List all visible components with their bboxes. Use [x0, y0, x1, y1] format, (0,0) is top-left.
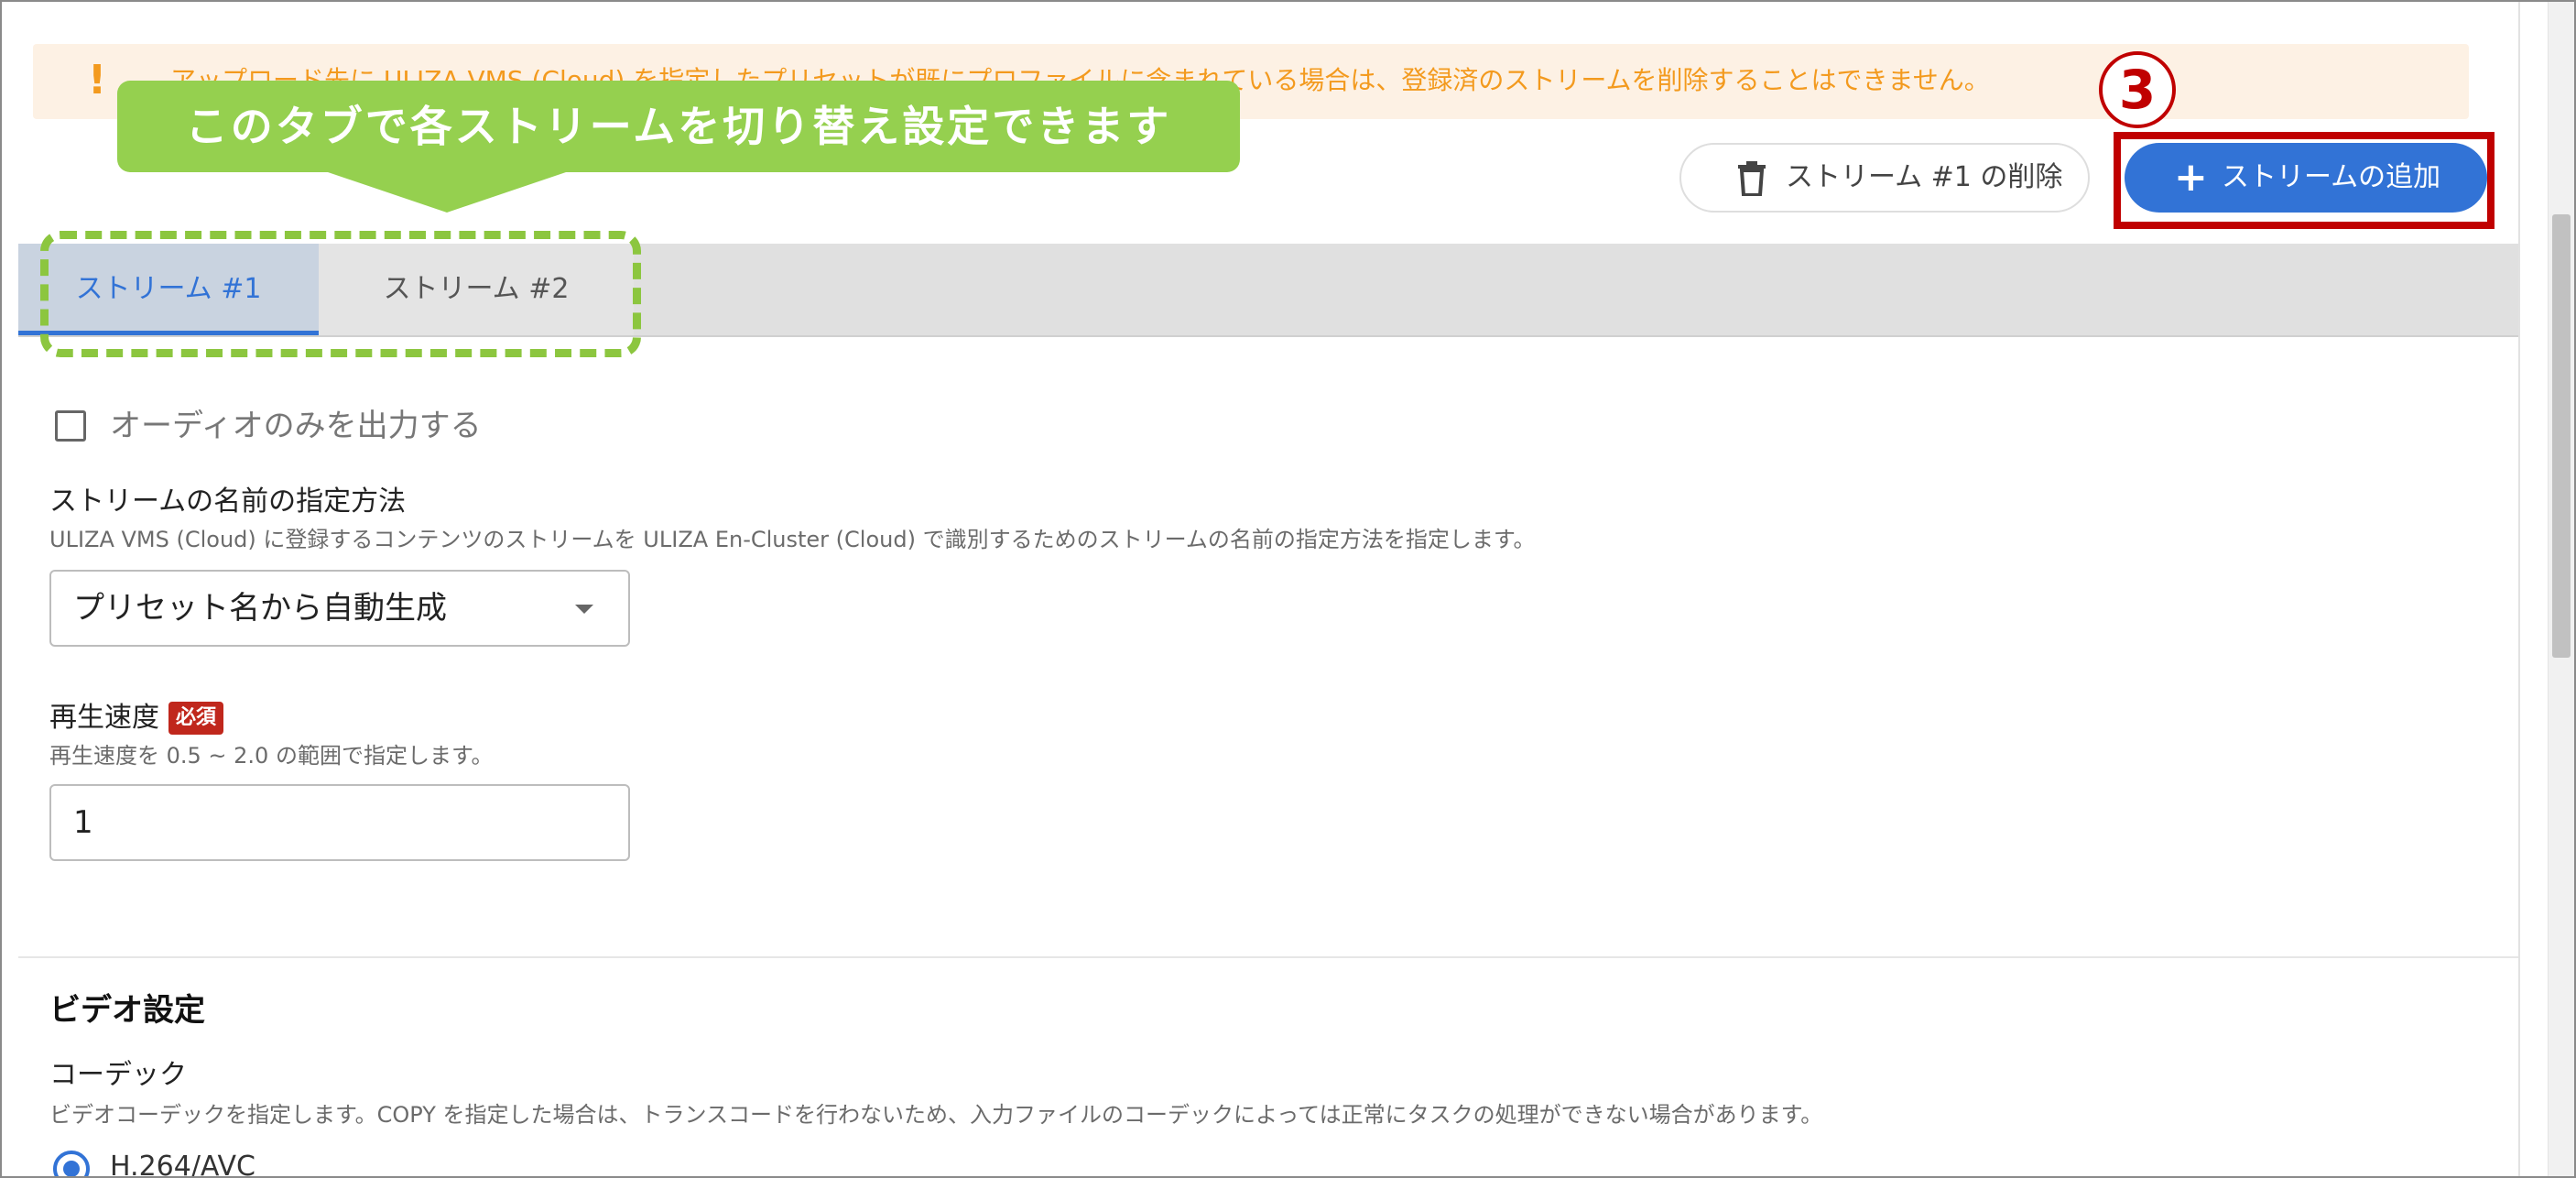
callout-text: このタブで各ストリームを切り替え設定できます — [185, 102, 1172, 151]
codec-help: ビデオコーデックを指定します。COPY を指定した場合は、トランスコードを行わな… — [49, 1102, 1823, 1128]
callout-bubble: このタブで各ストリームを切り替え設定できます — [117, 81, 1240, 172]
delete-stream-button[interactable]: ストリーム #1 の削除 — [1679, 143, 2090, 213]
step-number-badge: 3 — [2099, 51, 2176, 128]
tabs-highlight-box — [40, 231, 641, 357]
stream-name-help: ULIZA VMS (Cloud) に登録するコンテンツのストリームを ULIZ… — [49, 527, 1536, 552]
stream-name-value: プリセット名から自動生成 — [73, 590, 447, 627]
stream-name-label: ストリームの名前の指定方法 — [49, 485, 407, 518]
audio-only-checkbox[interactable] — [55, 410, 86, 442]
radio-selected-dot — [63, 1161, 80, 1176]
playback-speed-help: 再生速度を 0.5 ~ 2.0 の範囲で指定します。 — [49, 743, 494, 769]
callout-pointer — [328, 172, 566, 213]
playback-speed-input[interactable]: 1 — [49, 784, 630, 861]
stream-name-select[interactable]: プリセット名から自動生成 — [49, 570, 630, 647]
dropdown-arrow-icon — [575, 605, 593, 614]
playback-speed-value: 1 — [73, 804, 93, 841]
codec-label: コーデック — [49, 1059, 187, 1091]
codec-option-label: H.264/AVC — [110, 1151, 256, 1178]
delete-stream-label: ストリーム #1 の削除 — [1786, 161, 2063, 193]
scrollbar-thumb[interactable] — [2552, 214, 2571, 658]
app-window: ! アップロード先に ULIZA VMS (Cloud) を指定したプリセットが… — [0, 0, 2576, 1178]
required-badge: 必須 — [168, 702, 224, 735]
trash-icon — [1736, 161, 1767, 200]
audio-only-label: オーディオのみを出力する — [110, 408, 482, 444]
video-settings-title: ビデオ設定 — [49, 992, 205, 1029]
playback-speed-label: 再生速度 — [49, 702, 159, 734]
exclamation-icon: ! — [88, 57, 107, 104]
add-button-highlight-box — [2114, 132, 2494, 229]
scrollbar[interactable] — [2548, 2, 2574, 1176]
section-divider — [18, 956, 2518, 958]
